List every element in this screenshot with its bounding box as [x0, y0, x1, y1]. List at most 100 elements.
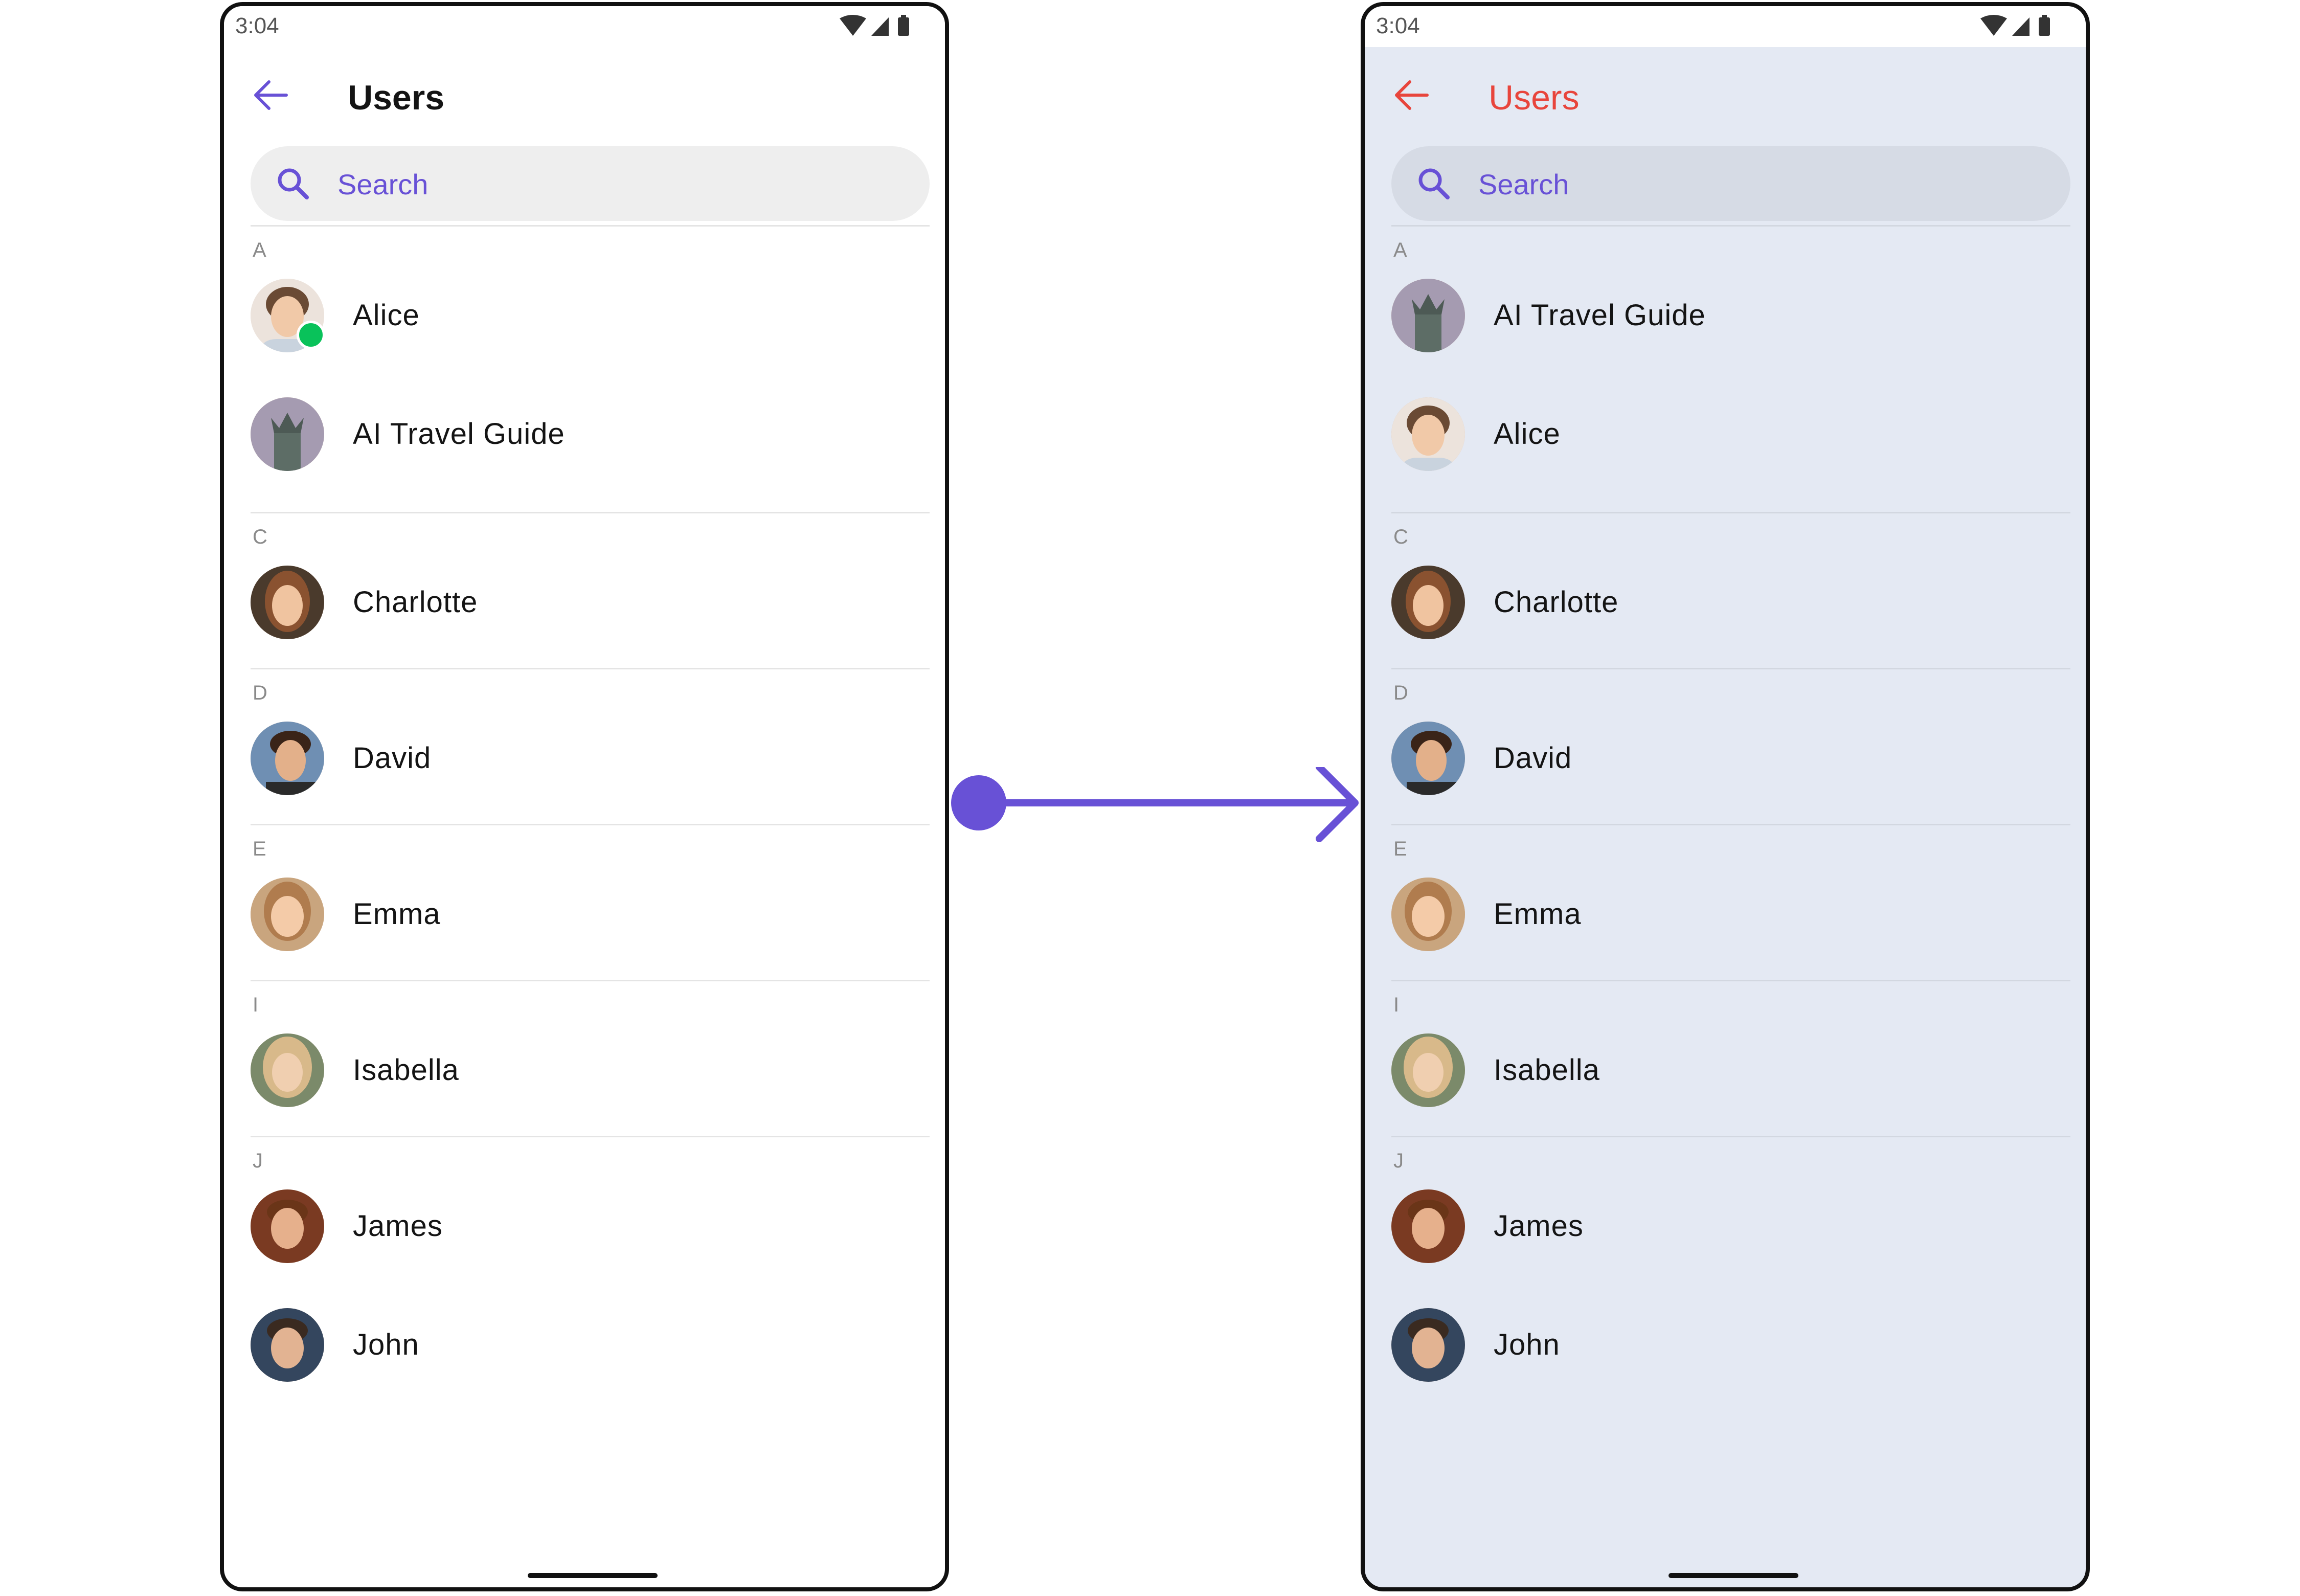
- user-name: Alice: [1494, 417, 1561, 451]
- arrow-left-icon: [1395, 80, 1429, 110]
- user-row-alice[interactable]: Alice: [251, 274, 930, 381]
- wifi-icon: [840, 15, 866, 36]
- section-header: J: [253, 1150, 263, 1172]
- avatar: [251, 566, 324, 639]
- user-row-alice[interactable]: Alice: [1391, 381, 2070, 512]
- user-row-john[interactable]: John: [1391, 1292, 2070, 1423]
- section-c: C Charlotte: [251, 512, 930, 668]
- section-c: C Charlotte: [1391, 512, 2070, 668]
- section-header: I: [253, 994, 259, 1016]
- section-a: A AI Travel Guide Alice: [1391, 225, 2070, 512]
- user-name: James: [1494, 1209, 1584, 1243]
- online-status-indicator: [297, 321, 325, 349]
- user-name: Emma: [1494, 897, 1582, 931]
- status-bar: 3:04: [1365, 6, 2086, 47]
- user-row-david[interactable]: David: [251, 716, 930, 824]
- user-name: AI Travel Guide: [353, 417, 565, 451]
- avatar: [1391, 1189, 1465, 1263]
- status-icons: [1978, 13, 2055, 40]
- section-i: I Isabella: [251, 980, 930, 1136]
- wifi-icon: [1980, 15, 2007, 36]
- search-bar[interactable]: [1391, 146, 2070, 221]
- user-row-james[interactable]: James: [1391, 1184, 2070, 1292]
- avatar: [251, 397, 324, 471]
- section-header: A: [253, 239, 266, 261]
- avatar: [1391, 279, 1465, 352]
- search-icon: [278, 168, 309, 199]
- avatar: [251, 1033, 324, 1107]
- user-row-emma[interactable]: Emma: [251, 872, 930, 980]
- back-button[interactable]: [251, 75, 291, 116]
- section-e: E Emma: [251, 824, 930, 980]
- phone-screen-customized: 3:04 Users A: [1361, 2, 2090, 1591]
- user-name: Charlotte: [1494, 586, 1619, 619]
- page-title: Users: [1489, 78, 1580, 117]
- search-icon: [1418, 168, 1450, 199]
- cellular-signal-icon: [871, 17, 889, 36]
- user-name: James: [353, 1209, 443, 1243]
- battery-icon: [898, 15, 909, 36]
- search-bar[interactable]: [251, 146, 930, 221]
- cellular-signal-icon: [2012, 17, 2030, 36]
- user-row-isabella[interactable]: Isabella: [251, 1028, 930, 1136]
- home-indicator[interactable]: [1668, 1573, 1798, 1578]
- section-header: E: [253, 838, 266, 860]
- home-indicator[interactable]: [528, 1573, 658, 1578]
- section-header: D: [1393, 682, 1408, 704]
- section-header: E: [1393, 838, 1407, 860]
- user-row-charlotte[interactable]: Charlotte: [251, 560, 930, 668]
- arrow-right-icon: [979, 767, 1359, 842]
- user-name: John: [353, 1328, 419, 1361]
- user-name: AI Travel Guide: [1494, 299, 1706, 332]
- section-d: D David: [251, 668, 930, 824]
- avatar: [1391, 566, 1465, 639]
- users-list: A Alice AI Travel Guide C Charlotte D Da…: [251, 225, 930, 1423]
- avatar: [251, 878, 324, 951]
- user-row-isabella[interactable]: Isabella: [1391, 1028, 2070, 1136]
- avatar: [1391, 1033, 1465, 1107]
- phone-screen-default: 3:04 Users A: [220, 2, 949, 1591]
- transition-arrow: [951, 767, 1359, 842]
- user-name: David: [353, 741, 432, 775]
- user-name: Isabella: [1494, 1053, 1600, 1087]
- arrow-left-icon: [254, 80, 288, 110]
- user-name: David: [1494, 741, 1572, 775]
- section-header: C: [253, 526, 267, 548]
- section-header: D: [253, 682, 267, 704]
- section-i: I Isabella: [1391, 980, 2070, 1136]
- back-button[interactable]: [1391, 75, 1432, 116]
- user-row-charlotte[interactable]: Charlotte: [1391, 560, 2070, 668]
- section-e: E Emma: [1391, 824, 2070, 980]
- avatar: [1391, 722, 1465, 795]
- search-input[interactable]: [336, 161, 901, 208]
- user-row-david[interactable]: David: [1391, 716, 2070, 824]
- user-row-john[interactable]: John: [251, 1292, 930, 1423]
- status-bar: 3:04: [224, 6, 945, 47]
- section-header: C: [1393, 526, 1408, 548]
- avatar: [1391, 397, 1465, 471]
- user-name: Isabella: [353, 1053, 459, 1087]
- user-row-ai-travel-guide[interactable]: AI Travel Guide: [1391, 274, 2070, 381]
- user-row-james[interactable]: James: [251, 1184, 930, 1292]
- header: Users: [224, 47, 945, 149]
- search-input[interactable]: [1477, 161, 2042, 208]
- user-name: John: [1494, 1328, 1560, 1361]
- user-name: Charlotte: [353, 586, 478, 619]
- avatar: [251, 1308, 324, 1382]
- header: Users: [1365, 47, 2086, 149]
- section-j: J James John: [1391, 1136, 2070, 1423]
- avatar: [1391, 1308, 1465, 1382]
- avatar: [251, 722, 324, 795]
- status-icons: [838, 13, 914, 40]
- section-j: J James John: [251, 1136, 930, 1423]
- section-header: I: [1393, 994, 1400, 1016]
- status-time: 3:04: [1376, 13, 1420, 38]
- user-row-emma[interactable]: Emma: [1391, 872, 2070, 980]
- section-header: J: [1393, 1150, 1404, 1172]
- avatar: [251, 1189, 324, 1263]
- battery-icon: [2039, 15, 2050, 36]
- user-name: Emma: [353, 897, 441, 931]
- page-title: Users: [348, 78, 445, 117]
- user-row-ai-travel-guide[interactable]: AI Travel Guide: [251, 381, 930, 512]
- section-d: D David: [1391, 668, 2070, 824]
